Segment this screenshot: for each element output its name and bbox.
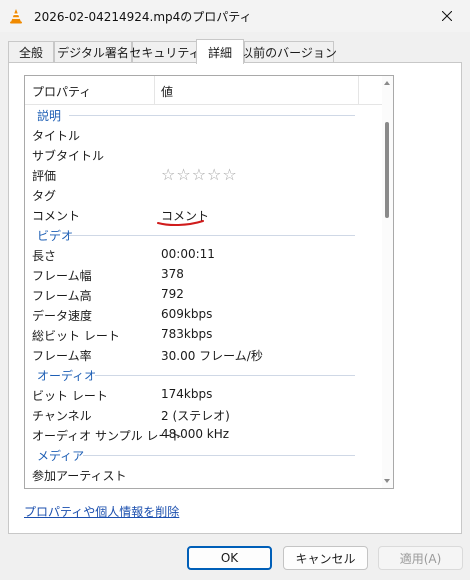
property-value: 783kbps xyxy=(161,327,213,341)
property-value: 2 (ステレオ) xyxy=(161,409,230,423)
window-title: 2026-02-04214924.mp4のプロパティ xyxy=(34,10,252,24)
property-name: 長さ xyxy=(32,249,57,263)
column-divider[interactable] xyxy=(154,76,155,104)
property-name: フレーム幅 xyxy=(32,269,92,283)
property-value: 378 xyxy=(161,267,184,281)
scroll-down-arrow-icon[interactable] xyxy=(384,479,390,483)
group-divider xyxy=(95,375,355,376)
column-value[interactable]: 値 xyxy=(161,83,173,100)
property-name: タグ xyxy=(32,189,57,203)
column-divider[interactable] xyxy=(358,76,359,104)
ok-button[interactable]: OK xyxy=(187,546,272,570)
row-comment[interactable]: コメント コメント xyxy=(25,204,383,227)
property-name: データ速度 xyxy=(32,309,93,323)
star-icon[interactable]: ☆ xyxy=(207,165,222,184)
star-icon[interactable]: ☆ xyxy=(161,165,176,184)
details-rows: 説明 タイトル サブタイトル 評価 ☆☆☆☆☆ タグ コメント コメント ビデオ… xyxy=(25,104,383,484)
row-channels[interactable]: チャンネル 2 (ステレオ) xyxy=(25,404,383,424)
row-bitrate[interactable]: ビット レート 174kbps xyxy=(25,384,383,404)
row-title[interactable]: タイトル xyxy=(25,124,383,144)
property-name: コメント xyxy=(32,209,81,223)
property-name: 総ビット レート xyxy=(32,329,120,343)
properties-dialog: 2026-02-04214924.mp4のプロパティ 全般 デジタル署名 セキュ… xyxy=(0,0,470,580)
close-button[interactable] xyxy=(424,0,470,32)
close-icon xyxy=(442,11,452,21)
row-frame-width[interactable]: フレーム幅 378 xyxy=(25,264,383,284)
scroll-thumb[interactable] xyxy=(385,122,389,218)
property-name: オーディオ サンプル レート xyxy=(32,429,183,443)
group-label: ビデオ xyxy=(37,229,74,243)
property-value: 609kbps xyxy=(161,307,213,321)
property-name: 参加アーティスト xyxy=(32,469,127,483)
cancel-button[interactable]: キャンセル xyxy=(283,546,368,570)
property-value: 48.000 kHz xyxy=(161,427,230,441)
scroll-up-arrow-icon[interactable] xyxy=(384,81,390,85)
rating-stars[interactable]: ☆☆☆☆☆ xyxy=(161,165,238,184)
row-frame-rate[interactable]: フレーム率 30.00 フレーム/秒 xyxy=(25,344,383,364)
row-sample-rate[interactable]: オーディオ サンプル レート 48.000 kHz xyxy=(25,424,383,444)
property-name: チャンネル xyxy=(32,409,92,423)
tab-previous-versions[interactable]: 以前のバージョン xyxy=(241,41,337,62)
property-value: 174kbps xyxy=(161,387,213,401)
star-icon[interactable]: ☆ xyxy=(222,165,237,184)
row-contributing-artist[interactable]: 参加アーティスト xyxy=(25,464,383,484)
star-icon[interactable]: ☆ xyxy=(192,165,207,184)
title-bar: 2026-02-04214924.mp4のプロパティ xyxy=(0,0,470,32)
remove-properties-link[interactable]: プロパティや個人情報を削除 xyxy=(24,503,179,520)
property-name: フレーム高 xyxy=(32,289,92,303)
group-video: ビデオ xyxy=(25,224,383,244)
row-subtitle[interactable]: サブタイトル xyxy=(25,144,383,164)
tab-strip: 全般 デジタル署名 セキュリティ 詳細 以前のバージョン xyxy=(8,39,462,64)
property-value: 792 xyxy=(161,287,184,301)
star-icon[interactable]: ☆ xyxy=(176,165,191,184)
row-tags[interactable]: タグ xyxy=(25,184,383,204)
row-rating[interactable]: 評価 ☆☆☆☆☆ xyxy=(25,164,383,184)
group-label: オーディオ xyxy=(37,369,97,383)
vlc-cone-icon xyxy=(10,9,22,24)
property-name: タイトル xyxy=(32,129,81,143)
column-header: プロパティ 値 xyxy=(25,76,383,105)
property-name: 評価 xyxy=(32,169,57,183)
tab-details[interactable]: 詳細 xyxy=(196,39,244,64)
group-divider xyxy=(69,115,355,116)
group-audio: オーディオ xyxy=(25,364,383,384)
details-list[interactable]: プロパティ 値 説明 タイトル サブタイトル 評価 ☆☆☆☆☆ タグ コメント … xyxy=(24,75,394,489)
row-data-rate[interactable]: データ速度 609kbps xyxy=(25,304,383,324)
property-name: ビット レート xyxy=(32,389,108,403)
vertical-scrollbar[interactable] xyxy=(382,76,393,488)
tab-security[interactable]: セキュリティ xyxy=(129,41,201,62)
property-value: 30.00 フレーム/秒 xyxy=(161,349,263,363)
group-description: 説明 xyxy=(25,104,383,124)
group-divider xyxy=(69,235,355,236)
row-length[interactable]: 長さ 00:00:11 xyxy=(25,244,383,264)
property-name: サブタイトル xyxy=(32,149,105,163)
tab-general[interactable]: 全般 xyxy=(8,41,54,62)
property-name: フレーム率 xyxy=(32,349,92,363)
group-label: メディア xyxy=(37,449,85,463)
column-property[interactable]: プロパティ xyxy=(32,83,91,100)
row-total-bitrate[interactable]: 総ビット レート 783kbps xyxy=(25,324,383,344)
group-divider xyxy=(83,455,355,456)
group-label: 説明 xyxy=(37,109,62,123)
row-frame-height[interactable]: フレーム高 792 xyxy=(25,284,383,304)
tab-digital-signatures[interactable]: デジタル署名 xyxy=(54,41,132,62)
property-value: 00:00:11 xyxy=(161,247,215,261)
group-media: メディア xyxy=(25,444,383,464)
apply-button[interactable]: 適用(A) xyxy=(378,546,463,570)
